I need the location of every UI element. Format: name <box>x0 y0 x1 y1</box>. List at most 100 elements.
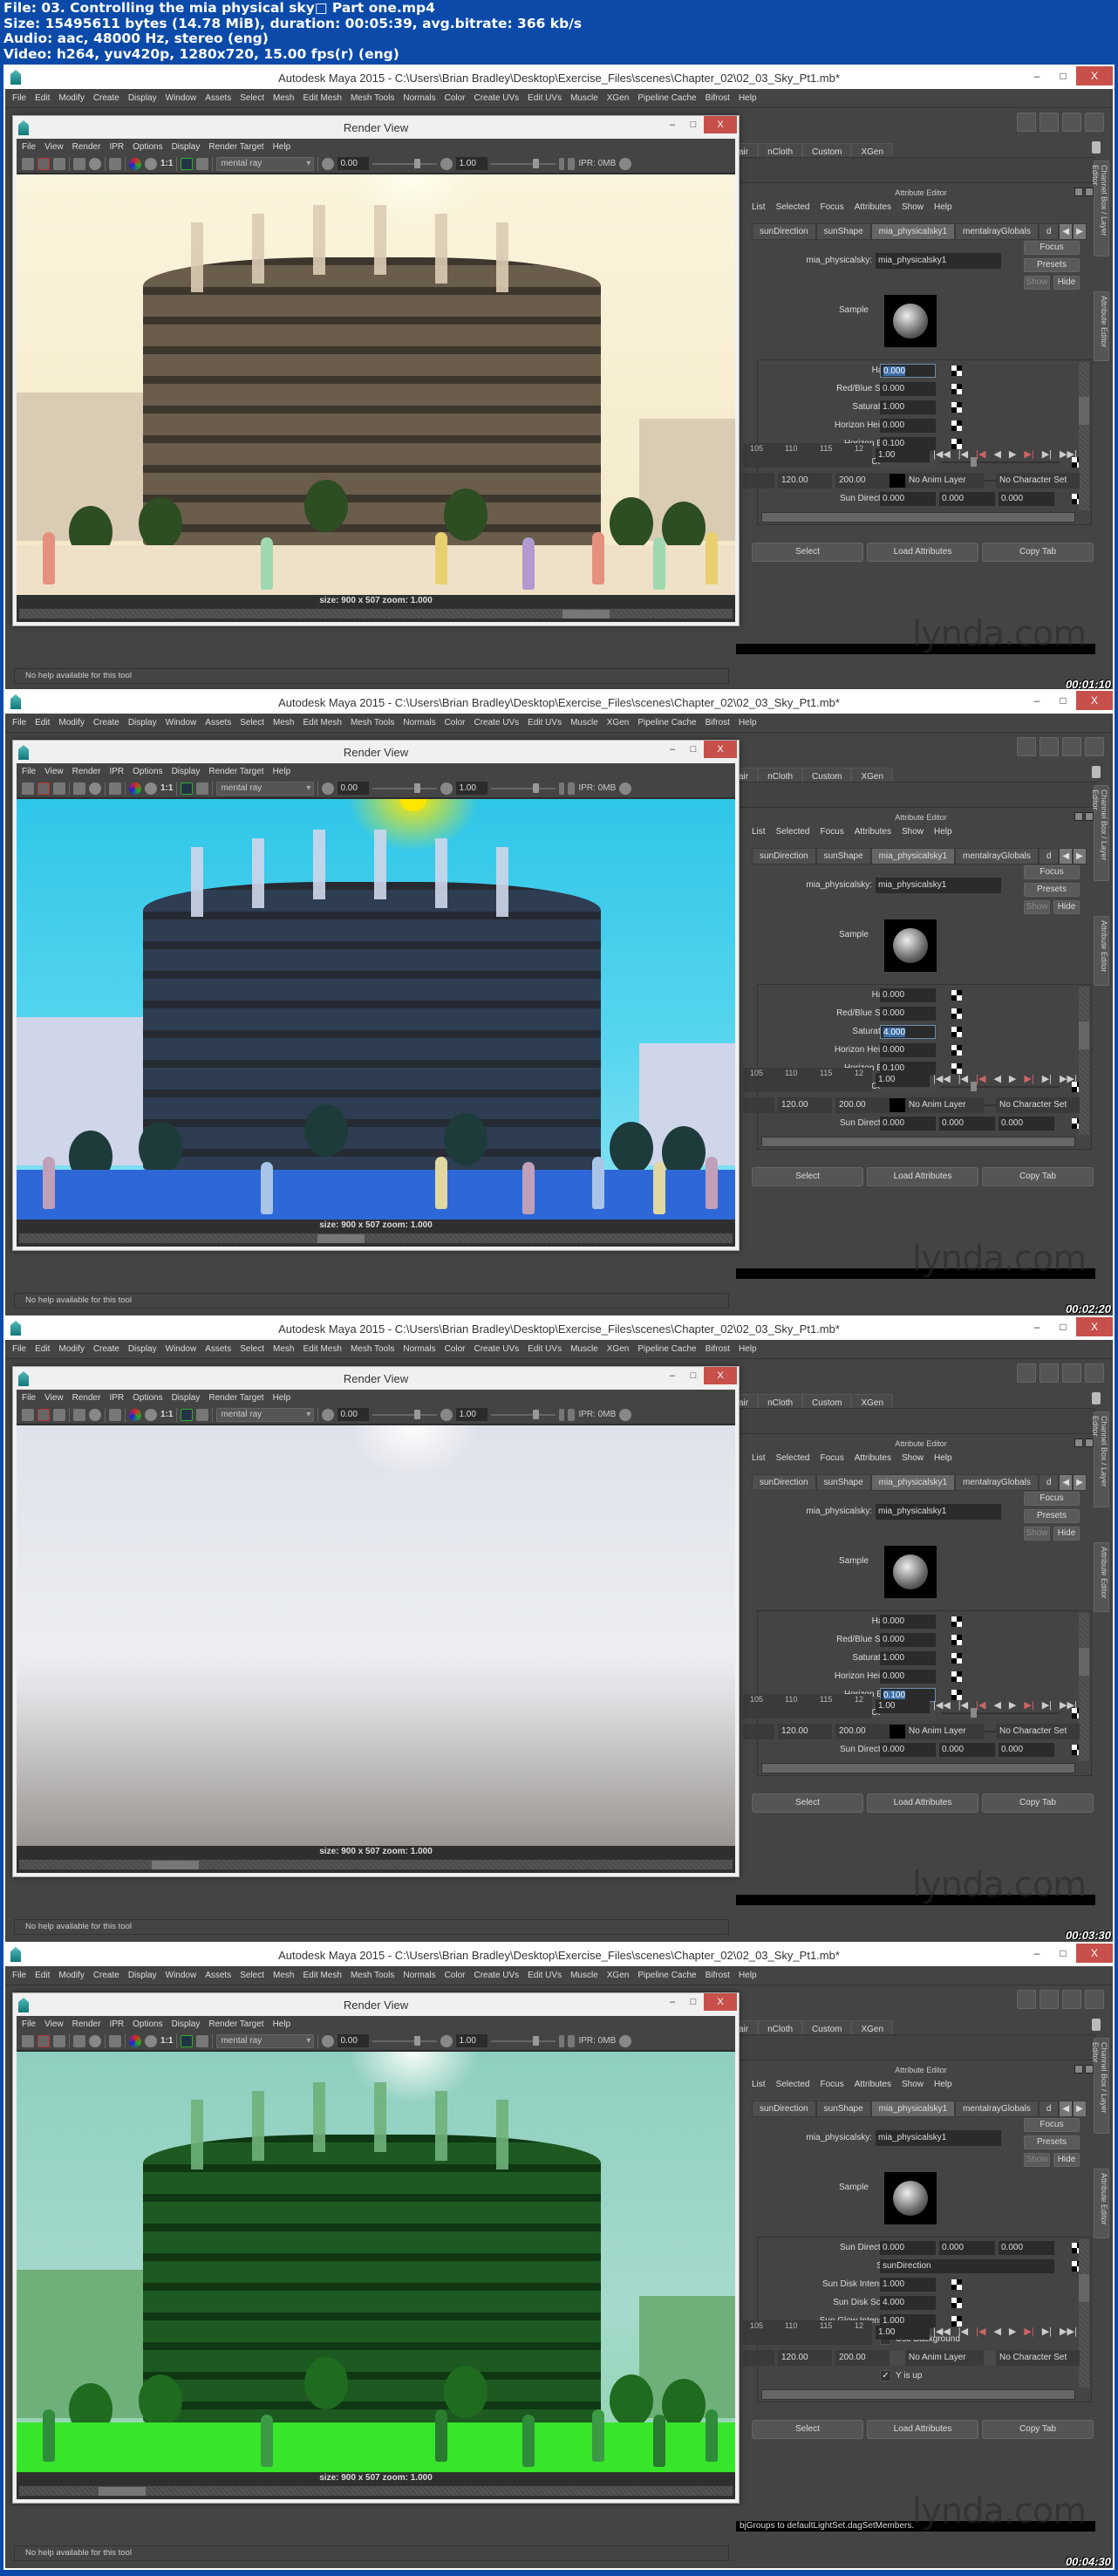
remove-image-icon[interactable] <box>196 157 209 170</box>
attribute-editor-toggle-icon[interactable] <box>1040 113 1059 132</box>
real-size-button[interactable]: 1:1 <box>160 159 173 168</box>
channel-box-tab[interactable]: Channel Box / Layer Editor <box>1091 161 1109 256</box>
pause-icon[interactable] <box>568 1408 576 1421</box>
keep-image-icon[interactable] <box>181 157 194 170</box>
tab-mentalrayglobals[interactable]: mentalrayGlobals <box>955 2101 1039 2117</box>
rv-menu-file[interactable]: File <box>22 142 36 152</box>
render-region-icon[interactable] <box>37 2034 50 2047</box>
tab-sundirection[interactable]: sunDirection <box>752 1474 816 1491</box>
anim-layer-dropdown[interactable]: No Anim Layer <box>905 1097 984 1113</box>
channel-box-tab[interactable]: Channel Box / Layer Editor <box>1091 785 1109 881</box>
character-set-dropdown[interactable]: No Character Set <box>996 1724 1080 1739</box>
step-back-key-icon[interactable]: |◀ <box>958 1073 968 1084</box>
rendered-image[interactable] <box>17 1425 735 1846</box>
tab-sunshape[interactable]: sunShape <box>815 1474 871 1491</box>
tab-sundirection[interactable]: sunDirection <box>752 848 816 864</box>
menu-display[interactable]: Display <box>128 1971 157 1980</box>
rv-menu-render-target[interactable]: Render Target <box>208 142 263 152</box>
menu-mesh[interactable]: Mesh <box>273 718 294 728</box>
channel-box-toggle-icon[interactable] <box>1085 1363 1104 1383</box>
float-icon[interactable] <box>1074 812 1083 821</box>
render-region-icon[interactable] <box>37 1408 50 1421</box>
menu-edit-mesh[interactable]: Edit Mesh <box>303 1344 341 1354</box>
attr-value-field[interactable]: 0.000 <box>939 1743 995 1757</box>
exposure-slider[interactable] <box>372 158 438 168</box>
menu-muscle[interactable]: Muscle <box>570 1971 598 1980</box>
show-button[interactable]: Show <box>1024 900 1050 914</box>
menu-pipeline-cache[interactable]: Pipeline Cache <box>637 1971 696 1980</box>
attr-value-field[interactable]: 1.000 <box>880 400 936 414</box>
rv-menu-file[interactable]: File <box>22 767 36 776</box>
menu-bifrost[interactable]: Bifrost <box>706 93 730 103</box>
step-back-frame-icon[interactable]: |◀ <box>976 1699 985 1711</box>
menu-create[interactable]: Create <box>93 1971 119 1980</box>
menu-edit-uvs[interactable]: Edit UVs <box>528 1971 562 1980</box>
rgb-channels-icon[interactable] <box>129 157 141 170</box>
anim-end-field[interactable]: 200.00 <box>835 473 890 489</box>
range-start-field[interactable] <box>743 473 774 489</box>
gamma-slider[interactable] <box>491 782 556 793</box>
rv-menu-render-target[interactable]: Render Target <box>208 767 263 776</box>
scrollbar-thumb[interactable] <box>1079 2274 1089 2302</box>
go-to-start-icon[interactable]: |◀◀ <box>933 1073 951 1084</box>
attribute-editor-toggle-icon[interactable] <box>1040 1363 1059 1383</box>
menu-edit[interactable]: Edit <box>35 1971 50 1980</box>
copy-tab-button[interactable]: Copy Tab <box>982 2420 1094 2439</box>
focus-button[interactable]: Focus <box>1024 1492 1080 1506</box>
rv-menu-help[interactable]: Help <box>273 767 291 776</box>
close-icon[interactable] <box>1085 1438 1094 1447</box>
redo-render-icon[interactable] <box>22 2034 34 2047</box>
tab-scroll-left-icon[interactable]: ◀ <box>1059 223 1074 240</box>
attribute-editor-toggle-icon[interactable] <box>1040 1990 1059 2009</box>
load-attributes-button[interactable]: Load Attributes <box>867 2420 978 2439</box>
menu-mesh-tools[interactable]: Mesh Tools <box>351 1971 394 1980</box>
ae-menu-focus[interactable]: Focus <box>820 827 843 837</box>
attr-value-field[interactable]: 1.000 <box>880 1651 936 1665</box>
rv-menu-options[interactable]: Options <box>133 1393 162 1403</box>
focus-button[interactable]: Focus <box>1024 2118 1080 2132</box>
ae-menu-selected[interactable]: Selected <box>776 2080 810 2089</box>
menu-edit-uvs[interactable]: Edit UVs <box>528 718 562 728</box>
attr-value-field[interactable]: 0.000 <box>939 1117 995 1131</box>
pause-icon[interactable] <box>568 157 576 170</box>
rv-menu-render[interactable]: Render <box>72 767 101 776</box>
step-forward-key-icon[interactable]: ▶| <box>1042 1699 1052 1711</box>
current-frame-field[interactable]: 1.00 <box>876 2326 930 2340</box>
close-button[interactable]: X <box>1076 66 1113 85</box>
rv-menu-view[interactable]: View <box>44 1393 64 1403</box>
menu-assets[interactable]: Assets <box>205 1344 231 1354</box>
attribute-editor-tab[interactable]: Attribute Editor <box>1094 916 1109 986</box>
attribute-scrollbar[interactable] <box>1079 362 1089 510</box>
step-forward-frame-icon[interactable]: ▶| <box>1024 2326 1033 2337</box>
snapshot-icon[interactable] <box>53 1408 65 1421</box>
menu-edit-uvs[interactable]: Edit UVs <box>528 1344 562 1354</box>
rv-menu-options[interactable]: Options <box>133 2019 162 2029</box>
ipr-render-icon[interactable] <box>73 782 85 795</box>
alpha-channel-icon[interactable] <box>145 2034 157 2047</box>
tab-sunshape[interactable]: sunShape <box>815 2101 871 2117</box>
range-end-field[interactable]: 120.00 <box>778 1097 832 1113</box>
redo-render-icon[interactable] <box>22 157 34 170</box>
copy-tab-button[interactable]: Copy Tab <box>982 1794 1094 1813</box>
tab-mia_physicalsky1[interactable]: mia_physicalsky1 <box>870 1474 956 1491</box>
render-scrollbar[interactable] <box>18 2485 733 2497</box>
load-attributes-button[interactable]: Load Attributes <box>867 1794 978 1813</box>
ae-menu-help[interactable]: Help <box>934 202 952 212</box>
menu-color[interactable]: Color <box>445 93 466 103</box>
hide-button[interactable]: Hide <box>1053 2153 1080 2167</box>
rv-menu-help[interactable]: Help <box>273 2019 291 2029</box>
gamma-slider[interactable] <box>491 1409 556 1419</box>
play-forward-icon[interactable]: ▶ <box>1009 448 1016 460</box>
ipr-render-icon[interactable] <box>73 157 85 170</box>
range-end-field[interactable]: 120.00 <box>778 1724 832 1739</box>
ipr-render-icon[interactable] <box>73 2034 85 2047</box>
play-backward-icon[interactable]: ◀ <box>993 2326 1000 2337</box>
menu-edit-mesh[interactable]: Edit Mesh <box>303 718 341 728</box>
maximize-button[interactable]: □ <box>683 741 704 758</box>
menu-edit-mesh[interactable]: Edit Mesh <box>303 93 341 103</box>
horizontal-scrollbar[interactable] <box>761 1763 1075 1773</box>
attr-value-field[interactable]: 0.000 <box>880 492 936 506</box>
attribute-editor-tab[interactable]: Attribute Editor <box>1094 291 1109 361</box>
anim-layer-dropdown[interactable]: No Anim Layer <box>905 473 984 489</box>
ae-menu-list[interactable]: List <box>752 1453 766 1463</box>
